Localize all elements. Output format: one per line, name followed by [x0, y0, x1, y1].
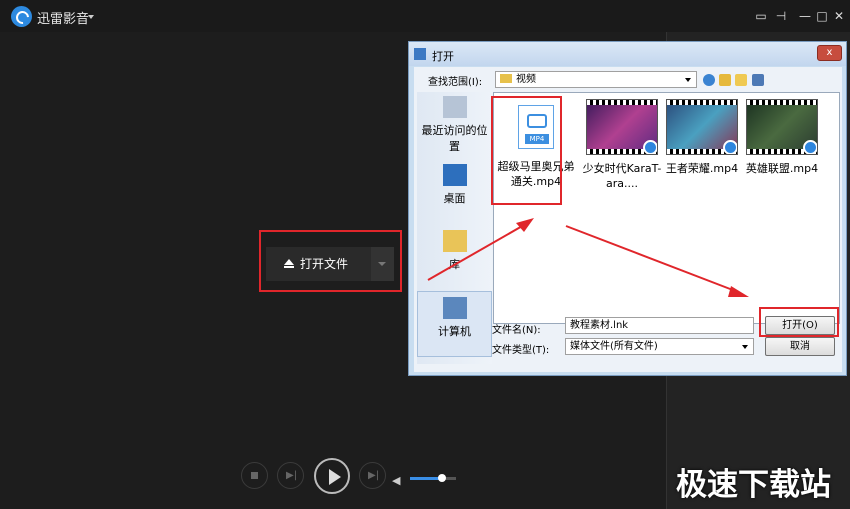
- arrow-line: [565, 225, 739, 293]
- arrow-head: [516, 218, 534, 232]
- watermark: 极速下载站: [676, 467, 831, 503]
- arrows-overlay: [427, 218, 749, 297]
- arrow-line: [427, 224, 525, 281]
- arrow-head: [728, 286, 749, 297]
- app-window: 迅雷影音 ▭ ⊣ — □ ✕ 打开文件 ▶| ▶| ◀ 打开 x 查找范围(I)…: [0, 0, 850, 509]
